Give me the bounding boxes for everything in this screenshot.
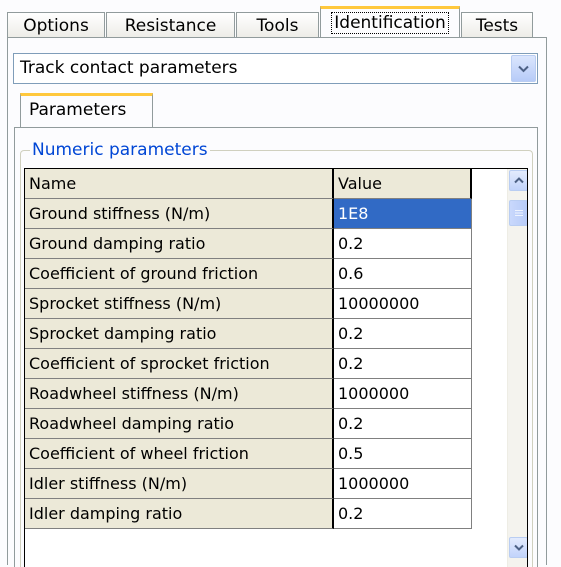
grid-header-row: Name Value <box>25 169 475 199</box>
tab-label: Identification <box>331 12 449 34</box>
parameter-name: Roadwheel stiffness (N/m) <box>25 379 334 409</box>
parameter-value[interactable]: 1000000 <box>334 469 472 499</box>
chevron-down-icon <box>518 65 529 72</box>
parameter-name: Idler stiffness (N/m) <box>25 469 334 499</box>
grip-icon <box>514 210 523 216</box>
group-legend: Numeric parameters <box>30 140 210 160</box>
parameter-name: Ground stiffness (N/m) <box>25 199 334 229</box>
parameter-set-dropdown[interactable]: Track contact parameters <box>13 53 538 84</box>
table-row[interactable]: Sprocket stiffness (N/m) 10000000 <box>25 289 475 319</box>
parameter-value[interactable]: 0.2 <box>334 409 472 439</box>
scroll-down-button[interactable] <box>509 537 527 558</box>
tab-parameters[interactable]: Parameters <box>20 93 153 128</box>
tab-resistance[interactable]: Resistance <box>106 12 235 39</box>
table-row[interactable]: Ground stiffness (N/m) 1E8 <box>25 199 475 229</box>
table-row[interactable]: Sprocket damping ratio 0.2 <box>25 319 475 349</box>
table-row[interactable]: Idler damping ratio 0.2 <box>25 499 475 529</box>
parameters-grid[interactable]: Name Value Ground stiffness (N/m) 1E8 Gr… <box>24 168 528 567</box>
parameter-value[interactable]: 0.6 <box>334 259 472 289</box>
parameter-name: Sprocket stiffness (N/m) <box>25 289 334 319</box>
parameter-value[interactable]: 0.5 <box>334 439 472 469</box>
column-header-value[interactable]: Value <box>334 169 472 199</box>
tab-label: Parameters <box>29 100 127 120</box>
tab-tools[interactable]: Tools <box>236 12 319 39</box>
parameter-name: Ground damping ratio <box>25 229 334 259</box>
parameter-value[interactable]: 0.2 <box>334 229 472 259</box>
dropdown-button[interactable] <box>511 55 536 82</box>
tab-options[interactable]: Options <box>7 12 105 39</box>
column-header-name[interactable]: Name <box>25 169 334 199</box>
parameter-value[interactable]: 0.2 <box>334 499 472 529</box>
parameter-value[interactable]: 0.2 <box>334 349 472 379</box>
table-row[interactable]: Coefficient of sprocket friction 0.2 <box>25 349 475 379</box>
tab-label: Tests <box>475 16 519 36</box>
parameter-name: Roadwheel damping ratio <box>25 409 334 439</box>
parameter-value[interactable]: 1E8 <box>334 199 472 229</box>
parameter-value[interactable]: 1000000 <box>334 379 472 409</box>
parameter-value[interactable]: 0.2 <box>334 319 472 349</box>
table-row[interactable]: Ground damping ratio 0.2 <box>25 229 475 259</box>
vertical-scrollbar[interactable] <box>507 169 527 567</box>
parameter-name: Sprocket damping ratio <box>25 319 334 349</box>
parameter-name: Coefficient of ground friction <box>25 259 334 289</box>
scroll-thumb[interactable] <box>509 200 527 226</box>
parameter-value[interactable]: 10000000 <box>334 289 472 319</box>
table-row[interactable]: Idler stiffness (N/m) 1000000 <box>25 469 475 499</box>
dropdown-value: Track contact parameters <box>20 58 238 78</box>
tab-tests[interactable]: Tests <box>461 12 533 39</box>
table-row[interactable]: Roadwheel damping ratio 0.2 <box>25 409 475 439</box>
table-row[interactable]: Coefficient of wheel friction 0.5 <box>25 439 475 469</box>
chevron-up-icon <box>513 177 524 184</box>
chevron-down-icon <box>513 544 524 551</box>
tab-identification[interactable]: Identification <box>320 6 460 40</box>
parameter-name: Idler damping ratio <box>25 499 334 529</box>
tab-label: Tools <box>256 16 299 36</box>
parameter-name: Coefficient of wheel friction <box>25 439 334 469</box>
tab-label: Options <box>23 16 89 36</box>
scroll-up-button[interactable] <box>509 170 527 191</box>
table-row[interactable]: Coefficient of ground friction 0.6 <box>25 259 475 289</box>
table-row[interactable]: Roadwheel stiffness (N/m) 1000000 <box>25 379 475 409</box>
tab-label: Resistance <box>124 16 217 36</box>
parameter-name: Coefficient of sprocket friction <box>25 349 334 379</box>
